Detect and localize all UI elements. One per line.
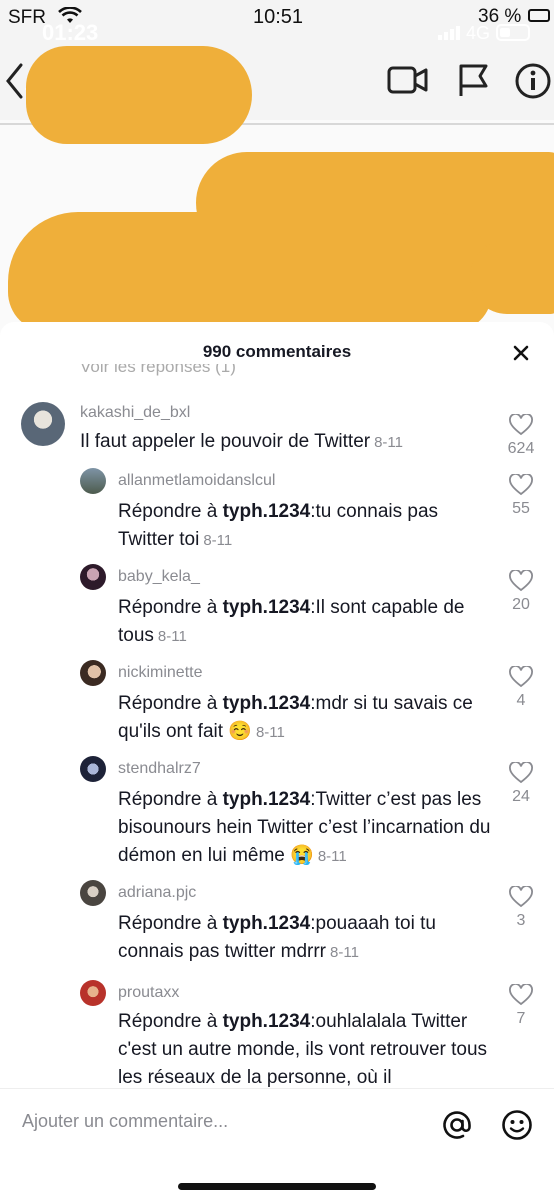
comment-username[interactable]: allanmetlamoidanslcul xyxy=(118,472,275,490)
comments-sheet: 990 commentaires Voir les réponses (1) k… xyxy=(0,322,554,1200)
at-sign-icon[interactable] xyxy=(441,1109,473,1141)
heart-icon[interactable] xyxy=(509,570,533,592)
reply-mention[interactable]: typh.1234 xyxy=(223,597,311,618)
comment-item: kakashi_de_bxl Il faut appeler le pouvoi… xyxy=(0,400,554,470)
comment-text: Répondre à typh.1234:tu connais pas Twit… xyxy=(118,498,488,555)
reply-prefix: Répondre à xyxy=(118,501,223,522)
reply-item: adriana.pjc Répondre à typh.1234:pouaaah… xyxy=(0,880,554,976)
comment-date: 8-11 xyxy=(203,532,233,549)
heart-icon[interactable] xyxy=(509,762,533,784)
inner-battery-icon xyxy=(496,24,530,41)
view-replies-link[interactable]: Voir les réponses (1) xyxy=(80,364,236,380)
redaction-blob-bottom xyxy=(8,212,492,332)
reply-prefix: Répondre à xyxy=(118,597,223,618)
comment-date: 8-11 xyxy=(255,724,285,741)
reply-prefix: Répondre à xyxy=(118,693,223,714)
reply-prefix: Répondre à xyxy=(118,1011,223,1032)
comment-text: Répondre à typh.1234:pouaaah toi tu conn… xyxy=(118,910,488,967)
heart-icon[interactable] xyxy=(509,886,533,908)
comment-text: Répondre à typh.1234:Twitter c’est pas l… xyxy=(118,786,494,871)
comment-text: Répondre à typh.1234:Il sont capable de … xyxy=(118,594,488,651)
home-indicator xyxy=(178,1183,376,1190)
like-count: 3 xyxy=(516,912,526,929)
like-count: 7 xyxy=(516,1010,526,1027)
like-count: 624 xyxy=(507,440,535,457)
reply-item: proutaxx Répondre à typh.1234:ouhlalalal… xyxy=(0,980,554,1100)
like-count: 20 xyxy=(512,596,530,613)
comment-input-bar: Ajouter un commentaire... xyxy=(0,1088,554,1200)
smiley-icon[interactable] xyxy=(501,1109,533,1141)
comments-count-title: 990 commentaires xyxy=(202,342,352,361)
reply-mention[interactable]: typh.1234 xyxy=(223,501,311,522)
avatar[interactable] xyxy=(80,756,106,782)
avatar[interactable] xyxy=(80,980,106,1006)
comment-date: 8-11 xyxy=(317,848,347,865)
comment-username[interactable]: kakashi_de_bxl xyxy=(80,404,190,422)
avatar[interactable] xyxy=(80,468,106,494)
comment-username[interactable]: baby_kela_ xyxy=(118,568,200,586)
comment-text: Répondre à typh.1234:mdr si tu savais ce… xyxy=(118,690,488,747)
inner-clock: 01:23 xyxy=(42,20,99,45)
network-type: 4G xyxy=(466,23,491,43)
comment-username[interactable]: proutaxx xyxy=(118,984,179,1002)
like-count: 4 xyxy=(516,692,526,709)
comment-date: 8-11 xyxy=(330,944,359,961)
heart-icon[interactable] xyxy=(509,474,533,496)
reply-mention[interactable]: typh.1234 xyxy=(223,693,311,714)
signal-bars-icon xyxy=(438,26,460,40)
redaction-blob-top xyxy=(26,46,252,144)
comment-username[interactable]: adriana.pjc xyxy=(118,884,196,902)
reply-item: nickiminette Répondre à typh.1234:mdr si… xyxy=(0,660,554,756)
reply-item: stendhalrz7 Répondre à typh.1234:Twitter… xyxy=(0,756,554,880)
avatar[interactable] xyxy=(21,402,65,446)
heart-icon[interactable] xyxy=(509,666,533,688)
heart-icon[interactable] xyxy=(509,414,533,436)
avatar[interactable] xyxy=(80,880,106,906)
redaction-blob-tail xyxy=(470,240,554,314)
reply-mention[interactable]: typh.1234 xyxy=(223,913,311,934)
comment-date: 8-11 xyxy=(374,434,404,451)
add-comment-input[interactable]: Ajouter un commentaire... xyxy=(22,1111,228,1132)
comment-username[interactable]: stendhalrz7 xyxy=(118,760,201,778)
avatar[interactable] xyxy=(80,564,106,590)
reply-mention[interactable]: typh.1234 xyxy=(223,1011,311,1032)
close-icon[interactable] xyxy=(508,340,534,366)
video-camera-icon[interactable] xyxy=(386,64,430,96)
reply-item: allanmetlamoidanslcul Répondre à typh.12… xyxy=(0,468,554,564)
info-icon[interactable] xyxy=(514,62,552,100)
reply-prefix: Répondre à xyxy=(118,789,223,810)
like-count: 55 xyxy=(512,500,530,517)
reply-mention[interactable]: typh.1234 xyxy=(223,789,311,810)
comment-username[interactable]: nickiminette xyxy=(118,664,202,682)
heart-icon[interactable] xyxy=(509,984,533,1006)
comment-date: 8-11 xyxy=(157,628,187,645)
reply-prefix: Répondre à xyxy=(118,913,223,934)
comment-text-content: Il faut appeler le pouvoir de Twitter xyxy=(80,431,371,452)
flag-icon[interactable] xyxy=(456,62,492,98)
like-count: 24 xyxy=(512,788,530,805)
reply-item: baby_kela_ Répondre à typh.1234:Il sont … xyxy=(0,564,554,660)
chevron-left-icon[interactable] xyxy=(4,62,24,100)
comment-text: Il faut appeler le pouvoir de Twitter 8-1… xyxy=(80,428,480,457)
avatar[interactable] xyxy=(80,660,106,686)
comment-text: Répondre à typh.1234:ouhlalalala Twitter… xyxy=(118,1008,494,1092)
